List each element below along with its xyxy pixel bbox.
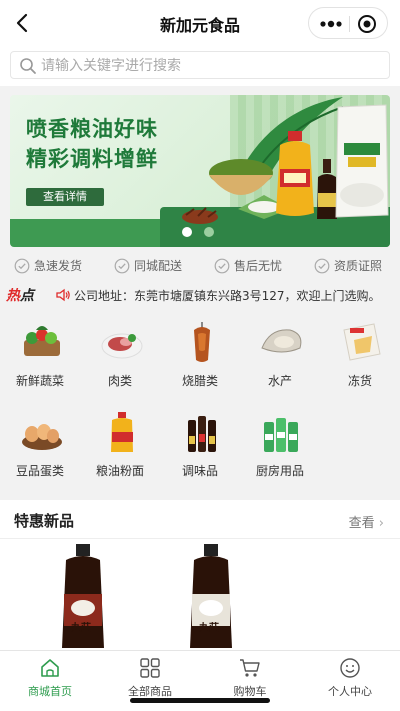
banner-headline-1: 喷香粮油好味 [26,117,158,141]
category-label: 烧腊类 [181,374,218,388]
category-label: 冻货 [347,374,372,388]
spice-pile-icon [182,207,218,224]
more-dots-icon[interactable] [319,17,343,31]
notice-bar[interactable]: 热点 公司地址：东莞市塘厦镇东兴路3号127，欢迎上门选购。 [0,283,400,307]
category-vegetables[interactable]: 新鲜蔬菜 [0,312,80,392]
view-more-label: 查看 [348,516,375,531]
search-bar [0,46,400,86]
meat-plate-icon [101,333,143,359]
guarantee-label: 急速发货 [34,259,83,273]
guarantee-label: 售后无忧 [234,259,283,273]
category-label: 水产 [267,374,292,388]
home-indicator [130,698,270,703]
hot-tag: 热点 [6,285,34,305]
guarantee-item: 资质证照 [314,254,382,278]
check-circle-icon [14,258,30,273]
hot-tag-point: 点 [20,288,34,304]
home-icon [41,659,59,677]
search-icon [20,58,36,74]
section-divider [0,538,400,539]
search-box[interactable] [10,51,390,79]
check-circle-icon [314,258,330,273]
guarantee-label: 同城配送 [134,259,183,273]
tab-profile[interactable]: 个人中心 [300,655,400,699]
tab-all-products[interactable]: 全部商品 [100,655,200,699]
cart-icon [240,659,260,677]
product-brand: 丸莊 [199,623,219,634]
mini-program-screen: 新加元食品 喷香粮油好味 精彩调料增鲜 查看详情 [0,0,400,711]
category-seasoning[interactable]: 调味品 [160,402,240,482]
sauce-bottles-icon [188,416,216,452]
category-label: 粮油粉面 [95,464,144,478]
product-card-soy-sauce[interactable] [176,544,246,650]
smile-icon [340,658,360,678]
check-circle-icon [114,258,130,273]
navigation-bar: 新加元食品 [0,0,400,46]
speaker-icon [56,288,70,302]
guarantee-item: 同城配送 [114,254,182,278]
check-circle-icon [214,258,230,273]
guarantee-item: 售后无忧 [214,254,282,278]
view-more-link[interactable]: 查看 › [349,512,384,531]
guarantee-label: 资质证照 [334,259,383,273]
category-kitchen[interactable]: 厨房用品 [240,402,320,482]
hot-tag-hot: 热 [6,288,20,304]
eggs-icon [22,424,62,450]
notice-text: 公司地址：东莞市塘厦镇东兴路3号127，欢迎上门选购。 [74,289,381,303]
oil-bottle-icon [111,412,133,452]
cooking-oil-bottle-icon [276,131,314,216]
service-guarantees: 急速发货 同城配送 售后无忧 资质证照 [0,254,400,278]
tab-home[interactable]: 商城首页 [0,655,100,699]
capsule-menu [308,7,388,39]
roast-duck-icon [194,322,210,362]
category-grain-oil[interactable]: 粮油粉面 [80,402,160,482]
banner-headline-2: 精彩调料增鲜 [26,147,158,171]
product-brand: 丸莊 [71,623,91,634]
tab-label: 个人中心 [328,685,372,698]
product-card-soy-sauce[interactable] [48,544,118,650]
promo-banner[interactable]: 喷香粮油好味 精彩调料增鲜 查看详情 [10,95,390,247]
search-input[interactable] [41,56,371,76]
rice-bag-icon [335,104,389,218]
capsule-divider [349,16,350,32]
tab-label: 商城首页 [28,685,72,698]
tab-label: 全部商品 [128,685,172,698]
banner-dot-active[interactable] [182,227,192,237]
category-label: 调味品 [181,464,218,478]
frozen-pack-icon [343,323,381,361]
kitchen-bottles-icon [264,418,298,452]
category-label: 肉类 [107,374,132,388]
category-label: 厨房用品 [255,464,304,478]
oyster-icon [261,329,302,353]
guarantee-item: 急速发货 [14,254,82,278]
vegetable-basket-icon [24,326,60,356]
category-meat[interactable]: 肉类 [80,312,160,392]
category-frozen[interactable]: 冻货 [320,312,400,392]
category-seafood[interactable]: 水产 [240,312,320,392]
tab-label: 购物车 [233,685,267,698]
category-label: 新鲜蔬菜 [15,374,64,388]
banner-dot[interactable] [204,227,214,237]
chevron-right-icon: › [378,516,384,531]
banner-pagination [182,227,222,237]
category-roast[interactable]: 烧腊类 [160,312,240,392]
category-label: 豆品蛋类 [15,464,64,478]
target-circle-icon[interactable] [357,14,377,34]
category-eggs[interactable]: 豆品蛋类 [0,402,80,482]
banner-details-button[interactable]: 查看详情 [26,188,104,206]
category-grid: 新鲜蔬菜 肉类 烧腊类 水产 冻货 豆品蛋类 粮油粉面 调味品 厨房用品 [0,312,400,490]
tab-cart[interactable]: 购物车 [200,655,300,699]
grid-icon [140,658,160,678]
section-title: 特惠新品 [14,512,75,530]
